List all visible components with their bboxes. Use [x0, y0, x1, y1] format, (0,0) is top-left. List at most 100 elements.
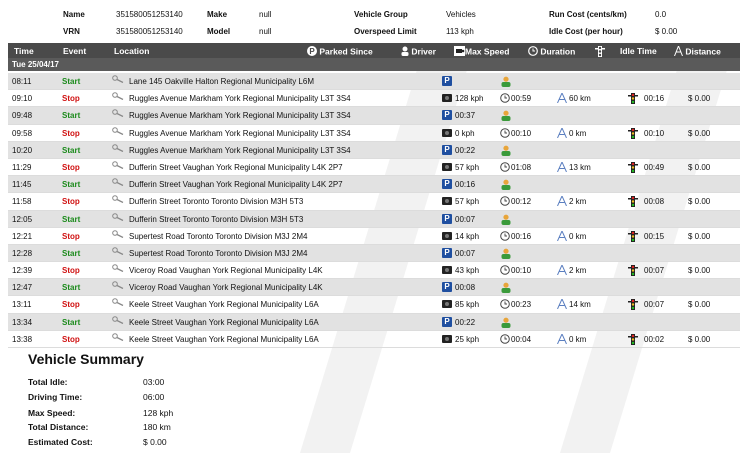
- row-cost: $ 0.00: [688, 231, 711, 241]
- traffic-light-icon: [628, 196, 638, 209]
- row-location[interactable]: Keele Street Vaughan York Regional Munic…: [129, 335, 319, 344]
- magnifier-icon[interactable]: [112, 161, 124, 171]
- row-location[interactable]: Dufferin Street Vaughan York Regional Mu…: [129, 163, 343, 172]
- table-row[interactable]: 11:45 Start Dufferin Street Vaughan York R…: [8, 176, 740, 194]
- col-parked[interactable]: P Parked Since: [307, 46, 373, 58]
- row-location[interactable]: Ruggles Avenue Markham York Regional Mun…: [129, 146, 351, 155]
- magnifier-icon[interactable]: [112, 229, 124, 240]
- row-location[interactable]: Keele Street Vaughan York Regional Munic…: [129, 318, 319, 327]
- row-time: 12:21: [12, 231, 33, 241]
- col-parked-label: Parked Since: [319, 46, 373, 57]
- table-row[interactable]: 13:11 Stop Keele Street Vaughan York Regio…: [8, 296, 740, 314]
- run-cost-value: 0.0: [655, 10, 667, 19]
- table-row[interactable]: 10:20 Start Ruggles Avenue Markham York Re…: [8, 141, 740, 159]
- row-location[interactable]: Dufferin Street Vaughan York Regional Mu…: [129, 180, 343, 189]
- row-speed: 14 kph: [455, 231, 480, 241]
- row-location[interactable]: Viceroy Road Vaughan York Regional Munic…: [129, 283, 323, 292]
- row-time: 11:29: [12, 162, 32, 172]
- table-row[interactable]: 09:58 Stop Ruggles Avenue Markham York Reg…: [8, 125, 740, 142]
- row-distance: 2 km: [569, 266, 587, 276]
- magnifier-icon[interactable]: [112, 333, 124, 343]
- row-parked: 00:37: [455, 111, 476, 121]
- summary-cost-label: Estimated Cost:: [28, 437, 93, 447]
- speed-camera-icon: [442, 231, 452, 243]
- magnifier-icon[interactable]: [112, 281, 124, 291]
- driver-icon: [501, 317, 511, 330]
- row-location[interactable]: Keele Street Vaughan York Regional Munic…: [129, 300, 319, 309]
- name-value: 351580051253140: [116, 10, 183, 19]
- table-row[interactable]: 12:28 Start Supertest Road Toronto Toronto…: [8, 244, 740, 263]
- distance-icon: [557, 196, 567, 208]
- col-location[interactable]: Location: [114, 46, 149, 56]
- col-idle[interactable]: Idle Time: [620, 46, 657, 56]
- row-location[interactable]: Viceroy Road Vaughan York Regional Munic…: [129, 266, 323, 275]
- table-row[interactable]: 09:48 Start Ruggles Avenue Markham York Re…: [8, 107, 740, 125]
- magnifier-icon[interactable]: [112, 75, 124, 85]
- table-row[interactable]: 13:38 Stop Keele Street Vaughan York Regio…: [8, 331, 740, 348]
- magnifier-icon[interactable]: [112, 298, 124, 308]
- magnifier-icon[interactable]: [112, 126, 124, 137]
- row-parked: 00:07: [455, 214, 476, 224]
- distance-icon: [557, 127, 567, 140]
- row-event: Stop: [62, 94, 80, 104]
- row-time: 13:11: [12, 300, 32, 310]
- table-row[interactable]: 08:11 Start Lane 145 Oakville Halton Regio…: [8, 73, 740, 91]
- row-location[interactable]: Ruggles Avenue Markham York Regional Mun…: [129, 94, 351, 103]
- clock-icon: [500, 162, 510, 174]
- row-parked: 00:08: [455, 283, 476, 293]
- col-duration[interactable]: Duration: [528, 46, 575, 58]
- driver-icon: [501, 214, 511, 227]
- row-location[interactable]: Dufferin Street Toronto Toronto Division…: [129, 215, 303, 224]
- col-driver[interactable]: Driver: [401, 46, 436, 58]
- parked-icon: P: [307, 46, 317, 58]
- magnifier-icon[interactable]: [112, 195, 124, 205]
- speed-camera-icon: [442, 196, 452, 208]
- row-time: 10:20: [12, 145, 33, 155]
- summary-idle-label: Total Idle:: [28, 377, 68, 387]
- vehicle-group-label: Vehicle Group: [354, 10, 408, 19]
- overspeed-value: 113 kph: [446, 27, 474, 36]
- table-row[interactable]: 13:34 Start Keele Street Vaughan York Regi…: [8, 313, 740, 331]
- row-location[interactable]: Dufferin Street Toronto Toronto Division…: [129, 197, 303, 206]
- magnifier-icon[interactable]: [112, 109, 124, 119]
- magnifier-icon[interactable]: [112, 178, 124, 188]
- row-location[interactable]: Supertest Road Toronto Toronto Division …: [129, 249, 307, 258]
- row-location[interactable]: Ruggles Avenue Markham York Regional Mun…: [129, 111, 351, 120]
- clock-icon: [500, 299, 510, 311]
- table-row[interactable]: 11:58 Stop Dufferin Street Toronto Toronto…: [8, 193, 740, 211]
- row-parked: 00:16: [455, 180, 476, 190]
- magnifier-icon[interactable]: [112, 247, 124, 257]
- magnifier-icon[interactable]: [112, 92, 124, 102]
- magnifier-icon[interactable]: [112, 212, 124, 223]
- table-row[interactable]: 09:10 Stop Ruggles Avenue Markham York Reg…: [8, 90, 740, 108]
- magnifier-icon[interactable]: [112, 143, 124, 154]
- col-maxspeed[interactable]: Max Speed: [454, 46, 509, 58]
- table-row[interactable]: 11:29 Stop Dufferin Street Vaughan York Re…: [8, 159, 740, 177]
- row-idle: 00:02: [644, 334, 665, 344]
- row-location[interactable]: Supertest Road Toronto Toronto Division …: [129, 232, 307, 241]
- col-event[interactable]: Event: [63, 46, 86, 56]
- speed-camera-icon: [442, 334, 452, 346]
- row-time: 09:48: [12, 111, 33, 121]
- traffic-light-icon: [628, 265, 638, 278]
- table-row[interactable]: 12:47 Start Viceroy Road Vaughan York Regi…: [8, 279, 740, 297]
- row-location[interactable]: Lane 145 Oakville Halton Regional Munici…: [129, 77, 314, 86]
- col-time[interactable]: Time: [14, 46, 34, 56]
- idle-cost-value: $ 0.00: [655, 27, 678, 36]
- row-event: Start: [62, 111, 81, 121]
- row-distance: 2 km: [569, 197, 587, 207]
- row-distance: 60 km: [569, 94, 591, 104]
- row-speed: 0 kph: [455, 128, 475, 138]
- table-row[interactable]: 12:39 Stop Viceroy Road Vaughan York Regio…: [8, 262, 740, 280]
- vehicle-info-header: Name 351580051253140 VRN 351580051253140…: [0, 7, 748, 41]
- overspeed-label: Overspeed Limit: [354, 27, 417, 36]
- parked-icon: P: [442, 76, 452, 86]
- table-row[interactable]: 12:05 Start Dufferin Street Toronto Toront…: [8, 210, 740, 228]
- row-distance: 0 km: [569, 231, 587, 241]
- traffic-light-icon: [628, 127, 638, 141]
- col-distance[interactable]: Distance: [674, 45, 721, 58]
- table-row[interactable]: 12:21 Stop Supertest Road Toronto Toronto …: [8, 228, 740, 245]
- magnifier-icon[interactable]: [112, 315, 124, 326]
- row-location[interactable]: Ruggles Avenue Markham York Regional Mun…: [129, 129, 351, 138]
- magnifier-icon[interactable]: [112, 264, 124, 274]
